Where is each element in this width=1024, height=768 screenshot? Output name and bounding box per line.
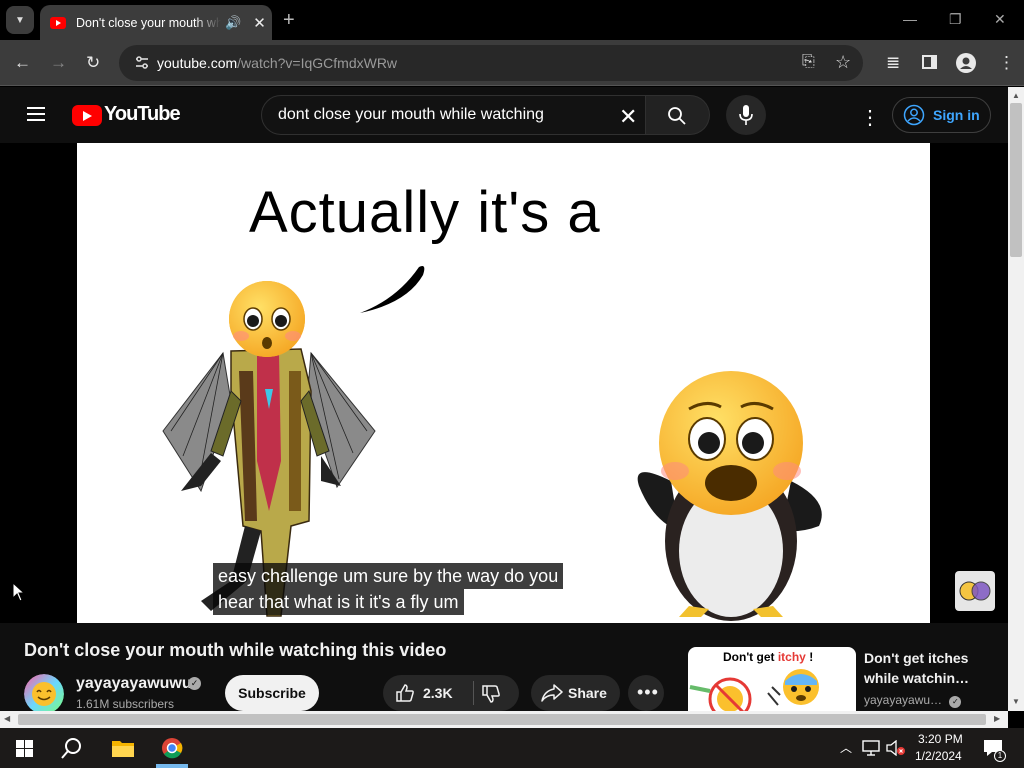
minimize-icon[interactable]: —: [903, 11, 917, 27]
watch-metadata: Don't close your mouth while watching th…: [0, 623, 1008, 714]
like-icon[interactable]: [395, 683, 415, 703]
close-window-icon[interactable]: ✕: [994, 11, 1006, 28]
like-dislike-group: 2.3K: [383, 675, 519, 711]
tab-title: Don't close your mouth while watching th…: [76, 15, 221, 30]
scroll-left-arrow-icon[interactable]: ◀: [4, 714, 10, 723]
dislike-icon[interactable]: [481, 684, 501, 704]
media-control-icon[interactable]: ≣: [886, 53, 900, 73]
browser-tab-strip: ▼ Don't close your mouth while watching …: [0, 0, 1024, 40]
network-icon[interactable]: [862, 740, 880, 756]
more-actions-button[interactable]: •••: [628, 675, 664, 711]
chrome-taskbar-icon[interactable]: [161, 737, 183, 759]
sign-in-button[interactable]: Sign in: [892, 97, 991, 133]
youtube-masthead: YouTube ✕ ⋮ Sign in: [0, 87, 1008, 143]
video-player[interactable]: Actually it's a easy challenge um sure b…: [77, 143, 930, 623]
scroll-up-arrow-icon[interactable]: ▲: [1012, 91, 1020, 100]
file-explorer-icon[interactable]: [111, 738, 135, 758]
sign-in-label: Sign in: [933, 107, 980, 123]
scroll-right-arrow-icon[interactable]: ▶: [994, 714, 1000, 723]
url-text: youtube.com/watch?v=IqGCfmdxWRw: [157, 55, 398, 71]
thumbnail-text: Don't get itchy !: [723, 650, 814, 664]
windows-taskbar: ︿ 3:20 PM 1/2/2024 1: [0, 728, 1024, 768]
taskbar-clock-time[interactable]: 3:20 PM: [918, 732, 963, 746]
scroll-down-arrow-icon[interactable]: ▼: [1012, 697, 1020, 706]
horizontal-scrollbar[interactable]: ◀ ▶: [0, 711, 1008, 728]
channel-watermark[interactable]: [955, 571, 995, 611]
clear-search-icon[interactable]: ✕: [619, 104, 637, 130]
horizontal-scroll-thumb[interactable]: [18, 714, 986, 725]
guide-menu-icon[interactable]: [27, 107, 45, 121]
tab-search-button[interactable]: ▼: [6, 6, 34, 34]
microphone-icon: [739, 105, 753, 125]
caption-line-1: easy challenge um sure by the way do you: [213, 563, 564, 589]
verified-badge-icon: ✓: [949, 696, 962, 708]
thumbnail-art: [689, 669, 819, 711]
windows-start-icon[interactable]: [16, 740, 33, 757]
tab-close-icon[interactable]: ✕: [253, 14, 266, 32]
install-app-icon[interactable]: ⎘: [802, 53, 815, 71]
mouse-cursor-icon: [12, 582, 26, 602]
search-box: ✕: [261, 95, 646, 135]
reload-button[interactable]: ↻: [86, 53, 100, 73]
channel-name[interactable]: yayayayawuwu: [76, 675, 192, 693]
youtube-favicon-icon: [50, 16, 66, 29]
recommended-thumbnail[interactable]: Don't get itchy !: [688, 647, 856, 711]
video-speech-text: Actually it's a: [249, 180, 601, 245]
forward-button[interactable]: →: [50, 53, 67, 73]
browser-tab[interactable]: Don't close your mouth while watching th…: [40, 5, 272, 40]
recommended-title[interactable]: Don't get itches while watchin…: [864, 648, 1004, 688]
search-button[interactable]: [646, 95, 710, 135]
channel-avatar[interactable]: [24, 674, 64, 714]
like-divider: [473, 681, 474, 705]
address-bar[interactable]: youtube.com/watch?v=IqGCfmdxWRw ⎘ ☆: [119, 45, 863, 81]
restore-icon[interactable]: ❐: [949, 11, 962, 28]
subscribe-button[interactable]: Subscribe: [225, 675, 319, 711]
side-panel-icon[interactable]: [922, 55, 937, 69]
vertical-scrollbar[interactable]: ▲ ▼: [1008, 87, 1024, 711]
share-icon: [541, 684, 563, 702]
search-icon: [668, 107, 686, 125]
notification-count-badge: 1: [994, 750, 1006, 762]
site-info-icon[interactable]: [133, 54, 151, 72]
penguin-character: [637, 371, 822, 621]
account-icon: [903, 104, 925, 126]
active-app-indicator: [156, 764, 188, 768]
subscriber-count: 1.61M subscribers: [76, 697, 175, 711]
caption-window: easy challenge um sure by the way do you…: [213, 563, 564, 615]
recommended-channel: yayayayawu… ✓: [864, 693, 962, 708]
caption-line-2: hear that what is it it's a fly um: [213, 589, 464, 615]
back-button[interactable]: ←: [14, 53, 31, 73]
chrome-menu-icon[interactable]: ⋮: [998, 53, 1015, 73]
voice-search-button[interactable]: [726, 95, 766, 135]
new-tab-button[interactable]: +: [283, 9, 295, 32]
browser-toolbar: ← → ↻ youtube.com/watch?v=IqGCfmdxWRw ⎘ …: [0, 40, 1024, 86]
youtube-logo-text[interactable]: YouTube: [104, 103, 181, 126]
verified-badge-icon: ✓: [188, 677, 201, 690]
bookmark-star-icon[interactable]: ☆: [835, 52, 851, 73]
share-button[interactable]: Share: [531, 675, 620, 711]
tab-audio-icon[interactable]: 🔊: [225, 15, 241, 31]
youtube-logo-icon[interactable]: [72, 105, 102, 126]
search-input[interactable]: [278, 106, 608, 124]
channel-watermark-icon: [959, 581, 991, 601]
settings-more-icon[interactable]: ⋮: [860, 105, 880, 130]
more-horizontal-icon: •••: [637, 682, 659, 702]
taskbar-search-icon[interactable]: [61, 737, 83, 759]
taskbar-clock-date[interactable]: 1/2/2024: [915, 749, 962, 763]
vertical-scroll-thumb[interactable]: [1010, 103, 1022, 257]
video-title: Don't close your mouth while watching th…: [24, 640, 447, 660]
profile-icon[interactable]: [956, 53, 976, 73]
share-label: Share: [568, 685, 607, 701]
like-count[interactable]: 2.3K: [423, 685, 453, 701]
volume-muted-icon[interactable]: [886, 740, 906, 756]
show-hidden-icons-icon[interactable]: ︿: [840, 739, 852, 756]
